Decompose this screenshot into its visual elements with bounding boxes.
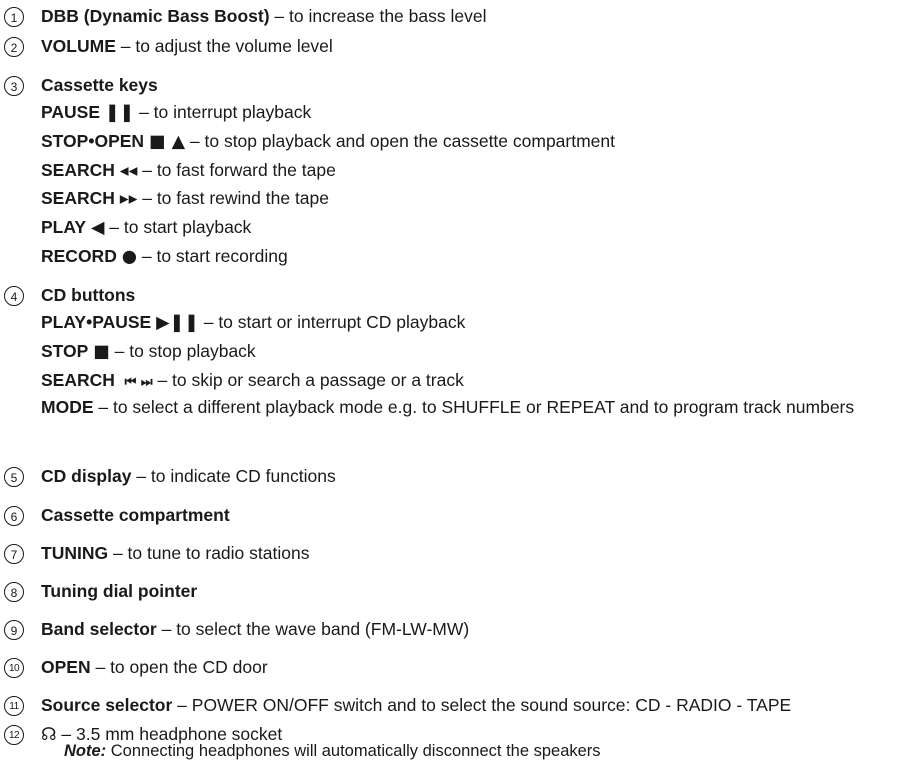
sub-desc: – to fast rewind the tape [137,188,330,208]
item-desc: – to increase the bass level [269,6,487,26]
item-title: Cassette keys [41,75,158,95]
sub-desc: – to skip or search a passage or a track [152,370,464,390]
sub-item: STOP•OPEN ■ ▲ – to stop playback and ope… [41,131,615,152]
item-line: Band selector – to select the wave band … [41,619,469,640]
item-line: CD buttons [41,285,135,306]
item-number: 2 [4,37,24,57]
item-title: TUNING [41,543,109,563]
item-title: CD display [41,466,132,486]
item-desc: – POWER ON/OFF switch and to select the … [172,695,792,715]
item-number: 6 [4,506,24,526]
sub-title: STOP [41,341,89,361]
item-number: 4 [4,286,24,306]
play-pause-icon: ▶❚❚ [156,313,199,333]
item-line: Cassette keys [41,75,158,96]
item-title: OPEN [41,657,91,677]
item-desc: – to open the CD door [90,657,268,677]
item-number: 10 [4,658,24,678]
fast-forward-icon: ▸▸ [119,189,138,209]
sub-item: SEARCH ▸▸ – to fast rewind the tape [41,188,329,209]
item-number: 3 [4,76,24,96]
item-title: CD buttons [41,285,136,305]
sub-desc: – to select a different playback mode e.… [93,397,855,417]
note-line: Note: Connecting headphones will automat… [64,742,601,761]
sub-title: PAUSE [41,102,100,122]
item-number: 7 [4,544,24,564]
note-label: Note: [64,742,107,760]
stop-icon: ■ [93,342,110,362]
play-left-icon: ◀ [90,218,105,238]
note-text: Connecting headphones will automatically… [106,742,601,760]
sub-item: SEARCH ⏮ ⏭ – to skip or search a passage… [41,370,464,391]
sub-desc: – to start recording [137,246,288,266]
skip-icon: ⏮ ⏭ [124,375,153,390]
item-line: TUNING – to tune to radio stations [41,543,309,564]
sub-item: SEARCH ◂◂ – to fast forward the tape [41,160,336,181]
sub-desc: – to stop playback [109,341,256,361]
sub-title: RECORD [41,246,117,266]
sub-item: MODE – to select a different playback mo… [41,393,911,422]
headphone-icon: ☊ [41,725,57,745]
sub-item: PLAY•PAUSE ▶❚❚ – to start or interrupt C… [41,312,465,333]
pause-icon: ❚❚ [104,103,135,123]
item-number: 9 [4,620,24,640]
item-line: Tuning dial pointer [41,581,197,602]
item-desc: – 3.5 mm headphone socket [56,724,283,744]
feature-list: 1 DBB (Dynamic Bass Boost) – to increase… [0,0,918,762]
sub-title: PLAY•PAUSE [41,312,152,332]
sub-title: MODE [41,397,94,417]
item-title: Band selector [41,619,157,639]
item-number: 8 [4,582,24,602]
record-icon: ● [121,247,137,267]
item-line: CD display – to indicate CD functions [41,466,336,487]
item-line: Cassette compartment [41,505,230,526]
item-desc: – to adjust the volume level [115,36,333,56]
item-number: 5 [4,467,24,487]
item-title: DBB (Dynamic Bass Boost) [41,6,270,26]
sub-item: PAUSE ❚❚ – to interrupt playback [41,102,311,123]
sub-title: SEARCH [41,160,115,180]
sub-title: PLAY [41,217,87,237]
sub-desc: – to stop playback and open the cassette… [185,131,616,151]
item-line: OPEN – to open the CD door [41,657,268,678]
item-title: VOLUME [41,36,116,56]
rewind-icon: ◂◂ [119,161,138,181]
item-number: 12 [4,725,24,745]
item-number: 1 [4,7,24,27]
item-desc: – to select the wave band (FM-LW-MW) [156,619,470,639]
item-desc: – to tune to radio stations [108,543,310,563]
item-line: VOLUME – to adjust the volume level [41,36,333,57]
item-title: Tuning dial pointer [41,581,198,601]
sub-item: STOP ■ – to stop playback [41,341,256,362]
sub-desc: – to start or interrupt CD playback [198,312,466,332]
item-line: Source selector – POWER ON/OFF switch an… [41,695,791,716]
stop-eject-icon: ■ ▲ [148,132,186,152]
sub-title: SEARCH [41,370,115,390]
sub-desc: – to interrupt playback [134,102,312,122]
sub-title: STOP•OPEN [41,131,145,151]
item-line: DBB (Dynamic Bass Boost) – to increase t… [41,6,486,27]
sub-item: RECORD ● – to start recording [41,246,288,267]
item-title: Cassette compartment [41,505,230,525]
sub-desc: – to start playback [104,217,252,237]
item-number: 11 [4,696,24,716]
item-desc: – to indicate CD functions [131,466,336,486]
item-title: Source selector [41,695,173,715]
sub-item: PLAY ◀ – to start playback [41,217,251,238]
sub-desc: – to fast forward the tape [137,160,336,180]
sub-title: SEARCH [41,188,115,208]
